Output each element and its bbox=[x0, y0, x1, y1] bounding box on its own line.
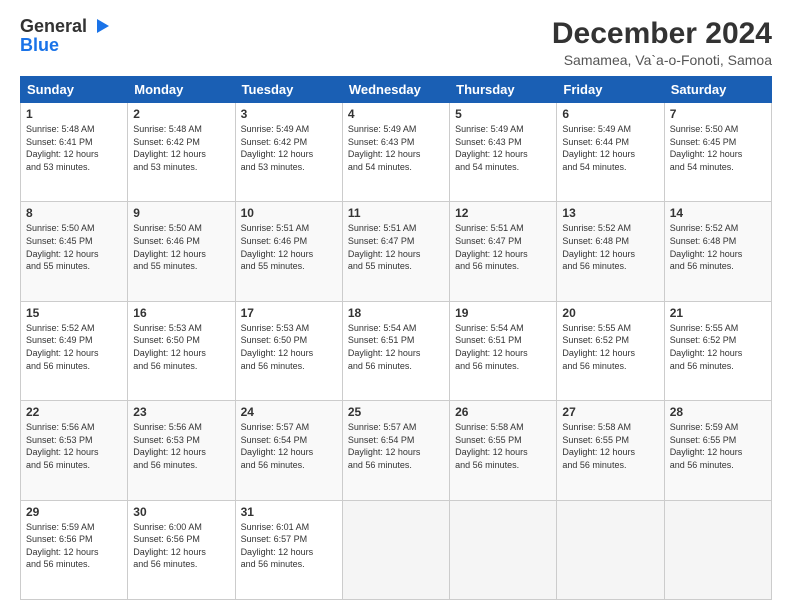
day-31: 31 Sunrise: 6:01 AMSunset: 6:57 PMDaylig… bbox=[235, 500, 342, 599]
header-wednesday: Wednesday bbox=[342, 77, 449, 103]
day-6: 6 Sunrise: 5:49 AMSunset: 6:44 PMDayligh… bbox=[557, 103, 664, 202]
weekday-header-row: Sunday Monday Tuesday Wednesday Thursday… bbox=[21, 77, 772, 103]
header-friday: Friday bbox=[557, 77, 664, 103]
week-1: 1 Sunrise: 5:48 AMSunset: 6:41 PMDayligh… bbox=[21, 103, 772, 202]
header-thursday: Thursday bbox=[450, 77, 557, 103]
day-empty-4 bbox=[664, 500, 771, 599]
day-10: 10 Sunrise: 5:51 AMSunset: 6:46 PMDaylig… bbox=[235, 202, 342, 301]
day-7: 7 Sunrise: 5:50 AMSunset: 6:45 PMDayligh… bbox=[664, 103, 771, 202]
day-empty-1 bbox=[342, 500, 449, 599]
header-monday: Monday bbox=[128, 77, 235, 103]
logo-line1: General bbox=[20, 16, 111, 37]
day-2: 2 Sunrise: 5:48 AMSunset: 6:42 PMDayligh… bbox=[128, 103, 235, 202]
day-22: 22 Sunrise: 5:56 AMSunset: 6:53 PMDaylig… bbox=[21, 401, 128, 500]
page: General Blue December 2024 Samamea, Va`a… bbox=[0, 0, 792, 612]
day-9: 9 Sunrise: 5:50 AMSunset: 6:46 PMDayligh… bbox=[128, 202, 235, 301]
day-17: 17 Sunrise: 5:53 AMSunset: 6:50 PMDaylig… bbox=[235, 301, 342, 400]
header-sunday: Sunday bbox=[21, 77, 128, 103]
day-3: 3 Sunrise: 5:49 AMSunset: 6:42 PMDayligh… bbox=[235, 103, 342, 202]
day-11: 11 Sunrise: 5:51 AMSunset: 6:47 PMDaylig… bbox=[342, 202, 449, 301]
logo-general: General bbox=[20, 16, 87, 37]
day-15: 15 Sunrise: 5:52 AMSunset: 6:49 PMDaylig… bbox=[21, 301, 128, 400]
day-16: 16 Sunrise: 5:53 AMSunset: 6:50 PMDaylig… bbox=[128, 301, 235, 400]
header: General Blue December 2024 Samamea, Va`a… bbox=[20, 16, 772, 68]
day-21: 21 Sunrise: 5:55 AMSunset: 6:52 PMDaylig… bbox=[664, 301, 771, 400]
day-empty-2 bbox=[450, 500, 557, 599]
title-area: December 2024 Samamea, Va`a-o-Fonoti, Sa… bbox=[552, 16, 772, 68]
calendar-table: Sunday Monday Tuesday Wednesday Thursday… bbox=[20, 76, 772, 600]
day-23: 23 Sunrise: 5:56 AMSunset: 6:53 PMDaylig… bbox=[128, 401, 235, 500]
day-29: 29 Sunrise: 5:59 AMSunset: 6:56 PMDaylig… bbox=[21, 500, 128, 599]
logo-blue: Blue bbox=[20, 35, 59, 56]
day-empty-3 bbox=[557, 500, 664, 599]
day-24: 24 Sunrise: 5:57 AMSunset: 6:54 PMDaylig… bbox=[235, 401, 342, 500]
day-26: 26 Sunrise: 5:58 AMSunset: 6:55 PMDaylig… bbox=[450, 401, 557, 500]
day-25: 25 Sunrise: 5:57 AMSunset: 6:54 PMDaylig… bbox=[342, 401, 449, 500]
day-27: 27 Sunrise: 5:58 AMSunset: 6:55 PMDaylig… bbox=[557, 401, 664, 500]
week-4: 22 Sunrise: 5:56 AMSunset: 6:53 PMDaylig… bbox=[21, 401, 772, 500]
day-14: 14 Sunrise: 5:52 AMSunset: 6:48 PMDaylig… bbox=[664, 202, 771, 301]
day-13: 13 Sunrise: 5:52 AMSunset: 6:48 PMDaylig… bbox=[557, 202, 664, 301]
day-28: 28 Sunrise: 5:59 AMSunset: 6:55 PMDaylig… bbox=[664, 401, 771, 500]
day-4: 4 Sunrise: 5:49 AMSunset: 6:43 PMDayligh… bbox=[342, 103, 449, 202]
day-20: 20 Sunrise: 5:55 AMSunset: 6:52 PMDaylig… bbox=[557, 301, 664, 400]
logo: General Blue bbox=[20, 16, 111, 56]
day-8: 8 Sunrise: 5:50 AMSunset: 6:45 PMDayligh… bbox=[21, 202, 128, 301]
day-18: 18 Sunrise: 5:54 AMSunset: 6:51 PMDaylig… bbox=[342, 301, 449, 400]
day-1: 1 Sunrise: 5:48 AMSunset: 6:41 PMDayligh… bbox=[21, 103, 128, 202]
header-tuesday: Tuesday bbox=[235, 77, 342, 103]
week-2: 8 Sunrise: 5:50 AMSunset: 6:45 PMDayligh… bbox=[21, 202, 772, 301]
day-5: 5 Sunrise: 5:49 AMSunset: 6:43 PMDayligh… bbox=[450, 103, 557, 202]
day-30: 30 Sunrise: 6:00 AMSunset: 6:56 PMDaylig… bbox=[128, 500, 235, 599]
header-saturday: Saturday bbox=[664, 77, 771, 103]
subtitle: Samamea, Va`a-o-Fonoti, Samoa bbox=[552, 52, 772, 68]
week-5: 29 Sunrise: 5:59 AMSunset: 6:56 PMDaylig… bbox=[21, 500, 772, 599]
day-19: 19 Sunrise: 5:54 AMSunset: 6:51 PMDaylig… bbox=[450, 301, 557, 400]
main-title: December 2024 bbox=[552, 16, 772, 52]
day-12: 12 Sunrise: 5:51 AMSunset: 6:47 PMDaylig… bbox=[450, 202, 557, 301]
week-3: 15 Sunrise: 5:52 AMSunset: 6:49 PMDaylig… bbox=[21, 301, 772, 400]
logo-icon bbox=[89, 15, 111, 37]
